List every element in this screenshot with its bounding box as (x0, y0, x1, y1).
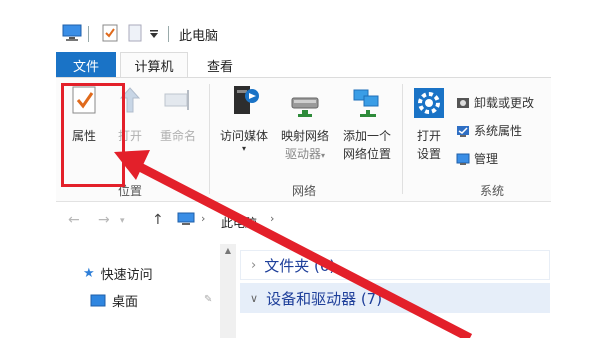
annotation-arrow (114, 150, 473, 338)
